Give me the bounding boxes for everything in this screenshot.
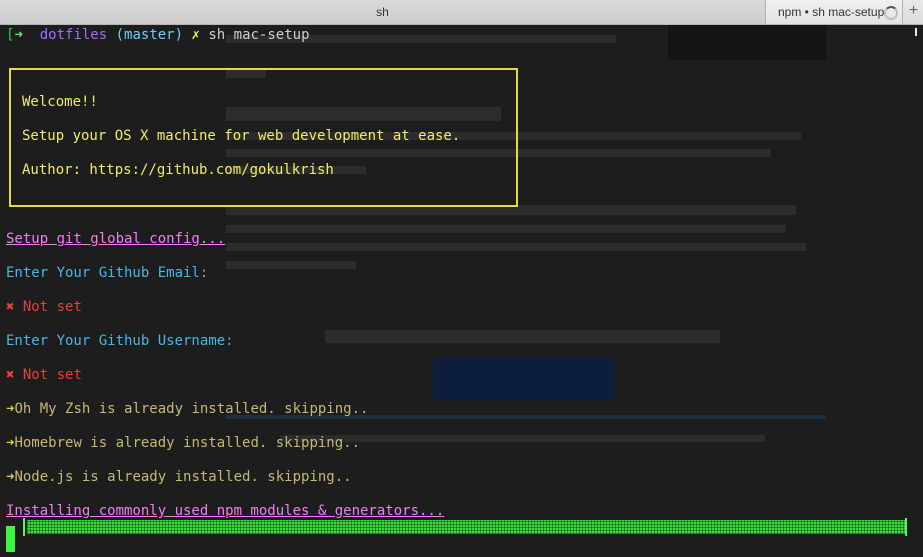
npm-install-heading: Installing commonly used npm modules & g… bbox=[6, 503, 445, 519]
status-text: Not set bbox=[22, 367, 82, 383]
cross-icon: ✖ bbox=[6, 299, 15, 315]
tab-label: sh bbox=[376, 5, 389, 19]
message-text: Homebrew is already installed. skipping.… bbox=[14, 435, 361, 451]
banner-tagline: Setup your OS X machine for web developm… bbox=[22, 128, 461, 144]
terminal-window: sh npm • sh mac-setup + [➜ dotfiles (mas… bbox=[0, 0, 923, 557]
loading-spinner-icon bbox=[884, 6, 898, 20]
prompt-arrow-icon: ➜ bbox=[14, 27, 23, 43]
zsh-skip-message: ➜Oh My Zsh is already installed. skippin… bbox=[6, 400, 368, 418]
tab-label: npm • sh mac-setup bbox=[778, 5, 885, 19]
terminal-cursor bbox=[6, 526, 15, 552]
prompt-branch: (master) bbox=[115, 27, 184, 43]
dirty-marker-icon: ✗ bbox=[191, 27, 200, 43]
message-text: Oh My Zsh is already installed. skipping… bbox=[14, 401, 369, 417]
scrollbar[interactable] bbox=[915, 28, 917, 36]
new-tab-button[interactable]: + bbox=[902, 0, 923, 24]
git-config-heading: Setup git global config... bbox=[6, 231, 226, 247]
prompt-directory: dotfiles bbox=[39, 27, 108, 43]
email-status: ✖ Not set bbox=[6, 298, 82, 316]
command-text: sh mac-setup bbox=[208, 27, 310, 43]
plus-icon: + bbox=[908, 2, 919, 19]
tab-bar: sh npm • sh mac-setup + bbox=[0, 0, 923, 25]
cross-icon: ✖ bbox=[6, 367, 15, 383]
homebrew-skip-message: ➜Homebrew is already installed. skipping… bbox=[6, 434, 360, 452]
progress-bar-end-cap bbox=[905, 518, 907, 536]
node-skip-message: ➜Node.js is already installed. skipping.… bbox=[6, 468, 352, 486]
banner-author: Author: https://github.com/gokulkrish bbox=[22, 162, 334, 178]
status-text: Not set bbox=[22, 299, 82, 315]
username-status: ✖ Not set bbox=[6, 366, 82, 384]
npm-progress-bar bbox=[27, 520, 907, 534]
username-prompt: Enter Your Github Username: bbox=[6, 333, 234, 349]
prompt-line: [➜ dotfiles (master) ✗ sh mac-setup bbox=[6, 27, 310, 43]
email-prompt: Enter Your Github Email: bbox=[6, 265, 209, 281]
message-text: Node.js is already installed. skipping.. bbox=[14, 469, 352, 485]
tab-npm-mac-setup[interactable]: npm • sh mac-setup bbox=[766, 0, 902, 24]
tab-sh[interactable]: sh bbox=[0, 0, 766, 24]
progress-bar-start-cap bbox=[23, 518, 25, 536]
banner-welcome: Welcome!! bbox=[22, 94, 98, 110]
